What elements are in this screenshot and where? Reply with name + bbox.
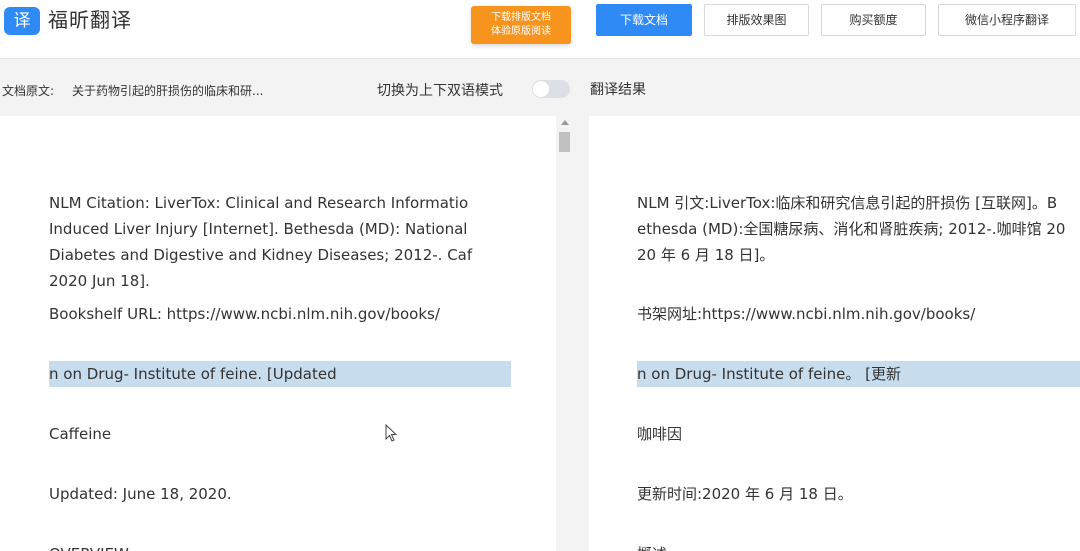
translation-result-label: 翻译结果 (590, 82, 646, 98)
source-title: Caffeine (49, 425, 112, 443)
source-citation: NLM Citation: LiverTox: Clinical and Res… (49, 194, 473, 290)
source-highlight-line[interactable]: n on Drug- Institute of feine. [Updated (49, 361, 511, 387)
scroll-thumb[interactable] (559, 132, 570, 152)
source-updated: Updated: June 18, 2020. (49, 485, 232, 503)
app-header: 译 福昕翻译 下载排版文档 体验原版阅读 下载文档 排版效果图 购买额度 微信小… (0, 0, 1080, 59)
translation-overview-heading: 概述 (637, 541, 1080, 551)
document-subbar: 文档原文: 关于药物引起的肝损伤的临床和研... 切换为上下双语模式 翻译结果 (0, 60, 1080, 116)
translation-citation-line-1: NLM 引文:LiverTox:临床和研究信息引起的肝损伤 [互联网]。B (637, 194, 1058, 212)
bilingual-mode-toggle[interactable] (532, 80, 570, 98)
translation-citation-line-2: ethesda (MD):全国糖尿病、消化和肾脏疾病; 2012-.咖啡馆 20 (637, 220, 1066, 238)
layout-preview-button[interactable]: 排版效果图 (704, 4, 809, 36)
promo-line-2: 体验原版阅读 (491, 26, 551, 37)
mouse-cursor-icon (385, 424, 398, 442)
source-bookshelf-url: Bookshelf URL: https://www.ncbi.nlm.nih.… (49, 305, 440, 323)
promo-line-1: 下载排版文档 (491, 12, 551, 23)
buy-quota-button[interactable]: 购买额度 (821, 4, 926, 36)
translation-highlight-line[interactable]: n on Drug- Institute of feine。 [更新 (637, 361, 1080, 387)
scroll-up-arrow-icon[interactable] (561, 120, 569, 125)
translation-pane[interactable]: NLM 引文:LiverTox:临床和研究信息引起的肝损伤 [互联网]。B et… (589, 116, 1080, 551)
source-overview-heading: OVERVIEW (49, 541, 511, 551)
translation-citation-line-3: 20 年 6 月 18 日]。 (637, 246, 775, 264)
logo-glyph: 译 (13, 11, 31, 31)
download-document-button[interactable]: 下载文档 (596, 4, 692, 36)
brand-name: 福昕翻译 (48, 8, 132, 32)
translation-title: 咖啡因 (637, 425, 683, 443)
app-logo: 译 (4, 7, 40, 35)
wechat-mini-program-button[interactable]: 微信小程序翻译 (938, 4, 1076, 36)
source-document-pane[interactable]: NLM Citation: LiverTox: Clinical and Res… (0, 116, 556, 551)
toggle-knob (533, 81, 549, 97)
translation-updated: 更新时间:2020 年 6 月 18 日。 (637, 485, 853, 503)
doc-source-title: 关于药物引起的肝损伤的临床和研... (72, 84, 264, 98)
source-scrollbar[interactable] (556, 116, 574, 551)
translation-bookshelf-url: 书架网址:https://www.ncbi.nlm.nih.gov/books/ (637, 305, 976, 323)
bilingual-mode-label: 切换为上下双语模式 (377, 83, 503, 99)
download-layout-promo-button[interactable]: 下载排版文档 体验原版阅读 (471, 6, 571, 44)
doc-source-label: 文档原文: (2, 84, 55, 98)
